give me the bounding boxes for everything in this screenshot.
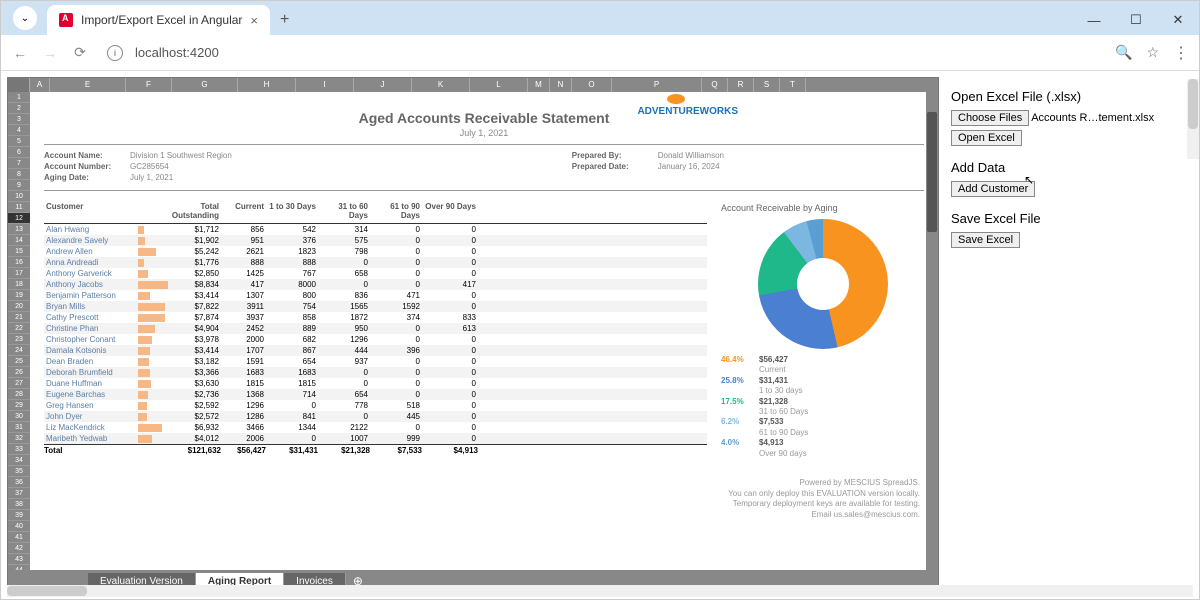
save-file-heading: Save Excel File <box>951 211 1187 226</box>
bookmark-icon[interactable]: ☆ <box>1146 44 1159 61</box>
table-row[interactable]: Andrew Allen $5,2422621 1823798 00 <box>44 246 707 257</box>
forward-button[interactable]: → <box>41 44 59 62</box>
open-file-heading: Open Excel File (.xlsx) <box>951 89 1187 104</box>
page-horizontal-scrollbar[interactable] <box>7 585 1193 597</box>
window-maximize-button[interactable]: ☐ <box>1115 5 1157 35</box>
report-date: July 1, 2021 <box>30 128 938 138</box>
table-row[interactable]: Bryan Mills $7,8223911 7541565 15920 <box>44 301 707 312</box>
chart-legend: 46.4%$56,427Current25.8%$31,4311 to 30 d… <box>721 355 924 459</box>
reload-button[interactable]: ⟳ <box>71 44 89 62</box>
donut-chart <box>758 219 888 349</box>
chosen-file-name: Accounts R…tement.xlsx <box>1031 112 1154 124</box>
table-row[interactable]: Duane Huffman $3,6301815 18150 00 <box>44 378 707 389</box>
save-excel-button[interactable]: Save Excel <box>951 232 1020 248</box>
new-tab-button[interactable]: + <box>280 11 289 29</box>
table-row[interactable]: Dean Braden $3,1821591 654937 00 <box>44 356 707 367</box>
add-customer-button[interactable]: Add Customer <box>951 181 1035 197</box>
site-info-icon[interactable]: i <box>107 45 123 61</box>
url-field[interactable]: localhost:4200 <box>135 45 1103 60</box>
aging-chart-panel: Account Receivable by Aging 46.4%$56,427… <box>715 201 930 461</box>
side-panel: Open Excel File (.xlsx) Choose Files Acc… <box>939 71 1199 599</box>
column-headers: A E F G H I J K L M N O P Q R S T <box>8 78 938 92</box>
table-row[interactable]: Liz MacKendrick $6,9323466 13442122 00 <box>44 422 707 433</box>
open-excel-button[interactable]: Open Excel <box>951 130 1022 146</box>
address-bar: ← → ⟳ i localhost:4200 🔍 ☆ ⋮ <box>1 35 1199 71</box>
tab-title: Import/Export Excel in Angular <box>81 13 242 27</box>
add-data-heading: Add Data <box>951 160 1187 175</box>
table-row[interactable]: Eugene Barchas $2,7361368 714654 00 <box>44 389 707 400</box>
table-header-row: Customer Total Outstanding Current 1 to … <box>44 201 707 224</box>
chart-title: Account Receivable by Aging <box>721 203 924 213</box>
zoom-icon[interactable]: 🔍 <box>1115 44 1132 61</box>
cursor-icon: ↖ <box>1024 173 1034 187</box>
table-row[interactable]: Alexandre Savely $1,902951 376575 00 <box>44 235 707 246</box>
table-row[interactable]: Christopher Conant $3,9782000 6821296 00 <box>44 334 707 345</box>
close-tab-icon[interactable]: × <box>250 13 258 28</box>
page-vertical-scrollbar[interactable] <box>1187 79 1199 159</box>
browser-tab[interactable]: Import/Export Excel in Angular × <box>47 5 270 35</box>
browser-tabbar: ⌄ Import/Export Excel in Angular × + — ☐… <box>1 1 1199 35</box>
aging-table: Customer Total Outstanding Current 1 to … <box>44 201 707 461</box>
back-button[interactable]: ← <box>11 44 29 62</box>
report-title: Aged Accounts Receivable Statement <box>30 92 938 126</box>
window-close-button[interactable]: ✕ <box>1157 5 1199 35</box>
vertical-scrollbar[interactable] <box>926 92 938 570</box>
table-row[interactable]: Cathy Prescott $7,8743937 8581872 374833 <box>44 312 707 323</box>
table-row[interactable]: Greg Hansen $2,5921296 0778 5180 <box>44 400 707 411</box>
table-row[interactable]: Anthony Garverick $2,8501425 767658 00 <box>44 268 707 279</box>
window-minimize-button[interactable]: — <box>1073 5 1115 35</box>
browser-menu-button[interactable]: ⋮ <box>1173 43 1189 63</box>
table-row[interactable]: Anna Andreadi $1,776888 8880 00 <box>44 257 707 268</box>
table-row[interactable]: Deborah Brumfield $3,3661683 16830 00 <box>44 367 707 378</box>
table-row[interactable]: Maribeth Yedwab $4,0122006 01007 9990 <box>44 433 707 444</box>
table-row[interactable]: John Dyer $2,5721286 8410 4450 <box>44 411 707 422</box>
angular-icon <box>59 13 73 27</box>
adventureworks-logo: ADVENTUREWORKS <box>637 106 738 117</box>
recent-tabs-button[interactable]: ⌄ <box>13 6 37 30</box>
table-row[interactable]: Benjamin Patterson $3,4141307 800836 471… <box>44 290 707 301</box>
evaluation-notice: Powered by MESCIUS SpreadJS. You can onl… <box>710 478 920 520</box>
table-row[interactable]: Christine Phan $4,9042452 889950 0613 <box>44 323 707 334</box>
table-total-row: Total $121,632 $56,427 $31,431 $21,328 $… <box>44 444 707 455</box>
table-row[interactable]: Anthony Jacobs $8,834417 80000 0417 <box>44 279 707 290</box>
choose-files-button[interactable]: Choose Files <box>951 110 1029 126</box>
spreadsheet[interactable]: A E F G H I J K L M N O P Q R S T <box>7 77 939 593</box>
table-row[interactable]: Damala Kotsonis $3,4141707 867444 3960 <box>44 345 707 356</box>
row-headers: 1234567891011121314151617181920212223242… <box>8 92 30 570</box>
table-row[interactable]: Alan Hwang $1,712856 542314 00 <box>44 224 707 235</box>
